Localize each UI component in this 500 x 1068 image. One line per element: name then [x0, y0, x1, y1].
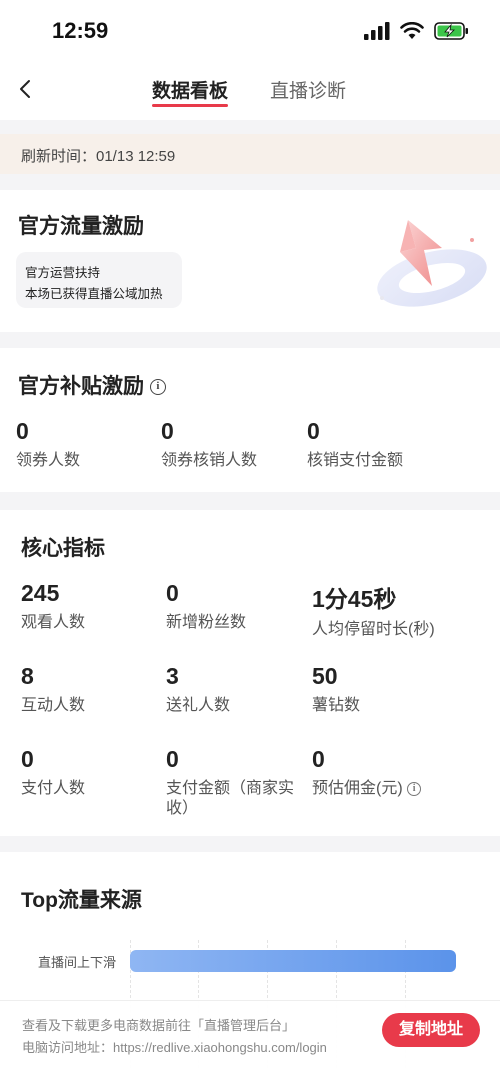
badge-title: 官方运营扶持: [25, 266, 101, 280]
metric-label: 领券核销人数: [161, 452, 258, 469]
metric-redeemed-amount: 0 核销支付金额: [307, 418, 403, 471]
operation-support-badge: 官方运营扶持 本场已获得直播公域加热: [16, 252, 182, 308]
metric-diamonds: 50 薯钻数: [312, 663, 360, 716]
top-nav: 数据看板 直播诊断: [0, 64, 500, 120]
tab-live-diagnosis[interactable]: 直播诊断: [270, 76, 346, 103]
metric-label: 支付人数: [21, 780, 86, 797]
traffic-source-title: Top流量来源: [21, 889, 142, 912]
refresh-time: 刷新时间：01/13 12:59: [21, 148, 176, 165]
metric-value: 50: [312, 663, 338, 689]
metric-label: 观看人数: [21, 614, 86, 631]
status-icons: [364, 22, 470, 40]
badge-desc: 本场已获得直播公域加热: [25, 287, 163, 301]
metric-est-commission: 0 预估佣金(元) i: [312, 746, 422, 799]
status-time: 12:59: [52, 18, 109, 43]
traffic-source-bar: [130, 950, 456, 972]
metric-payment-amount: 0 支付金额（商家实收）: [166, 746, 306, 819]
metric-label: 人均停留时长(秒): [312, 621, 435, 638]
status-bar: 12:59: [0, 0, 500, 64]
metric-label: 核销支付金额: [307, 452, 404, 469]
wifi-icon: [400, 22, 424, 39]
official-subsidy-card: 官方补贴激励 i 0 领券人数 0 领券核销人数 0 核销支付金额: [0, 348, 500, 492]
metric-label: 新增粉丝数: [166, 614, 247, 631]
metric-label: 支付金额（商家实收）: [166, 780, 295, 817]
metric-value: 1分45秒: [312, 586, 397, 612]
rocket-illustration: [377, 220, 487, 307]
info-icon[interactable]: i: [149, 379, 166, 396]
chevron-left-icon: [20, 80, 30, 98]
battery-charging-icon: [434, 22, 468, 40]
official-traffic-title: 官方流量激励: [18, 215, 144, 238]
core-metrics-title: 核心指标: [21, 537, 105, 560]
metric-interactions: 8 互动人数: [21, 663, 85, 716]
metric-new-followers: 0 新增粉丝数: [166, 580, 246, 633]
active-tab-indicator: [152, 104, 228, 107]
metric-viewers: 245 观看人数: [21, 580, 85, 633]
metric-value: 0: [16, 418, 29, 444]
official-subsidy-title: 官方补贴激励 i: [18, 370, 166, 400]
metric-label: 领券人数: [16, 452, 81, 469]
metric-value: 0: [161, 418, 174, 444]
metric-value: 245: [21, 580, 60, 606]
metric-label-row: 预估佣金(元) i: [312, 779, 422, 799]
copy-address-button[interactable]: 复制地址: [382, 1013, 480, 1047]
info-icon[interactable]: i: [407, 781, 422, 796]
metric-label: 薯钻数: [312, 697, 361, 714]
metric-value: 0: [312, 746, 325, 772]
footer-hint: 查看及下载更多电商数据前往「直播管理后台」: [22, 1018, 296, 1033]
metric-value: 8: [21, 663, 34, 689]
back-button[interactable]: [14, 76, 36, 102]
tab-data-dashboard[interactable]: 数据看板: [152, 76, 228, 103]
metric-value: 3: [166, 663, 179, 689]
footer-bar: 查看及下载更多电商数据前往「直播管理后台」 电脑访问地址：https://red…: [0, 1000, 500, 1068]
metric-value: 0: [307, 418, 320, 444]
official-subsidy-title-text: 官方补贴激励: [18, 375, 144, 398]
footer-url: 电脑访问地址：https://redlive.xiaohongshu.com/l…: [22, 1040, 327, 1055]
metric-label: 预估佣金(元): [312, 780, 403, 797]
metric-payers: 0 支付人数: [21, 746, 85, 799]
metric-gift-senders: 3 送礼人数: [166, 663, 230, 716]
metric-value: 0: [21, 746, 34, 772]
cellular-signal-icon: [364, 22, 390, 40]
metric-avg-stay: 1分45秒 人均停留时长(秒): [312, 580, 435, 640]
traffic-source-label: 直播间上下滑: [38, 955, 117, 970]
metric-value: 0: [166, 580, 179, 606]
official-traffic-card: 官方流量激励 官方运营扶持 本场已获得直播公域加热: [0, 190, 500, 332]
metric-coupon-redeemers: 0 领券核销人数: [161, 418, 257, 471]
metric-label: 送礼人数: [166, 697, 231, 714]
refresh-bar: 刷新时间：01/13 12:59: [0, 134, 500, 174]
metric-label: 互动人数: [21, 697, 86, 714]
metric-value: 0: [166, 746, 179, 772]
core-metrics-card: 核心指标 245 观看人数 0 新增粉丝数 1分45秒 人均停留时长(秒) 8 …: [0, 510, 500, 836]
metric-coupon-receivers: 0 领券人数: [16, 418, 80, 471]
